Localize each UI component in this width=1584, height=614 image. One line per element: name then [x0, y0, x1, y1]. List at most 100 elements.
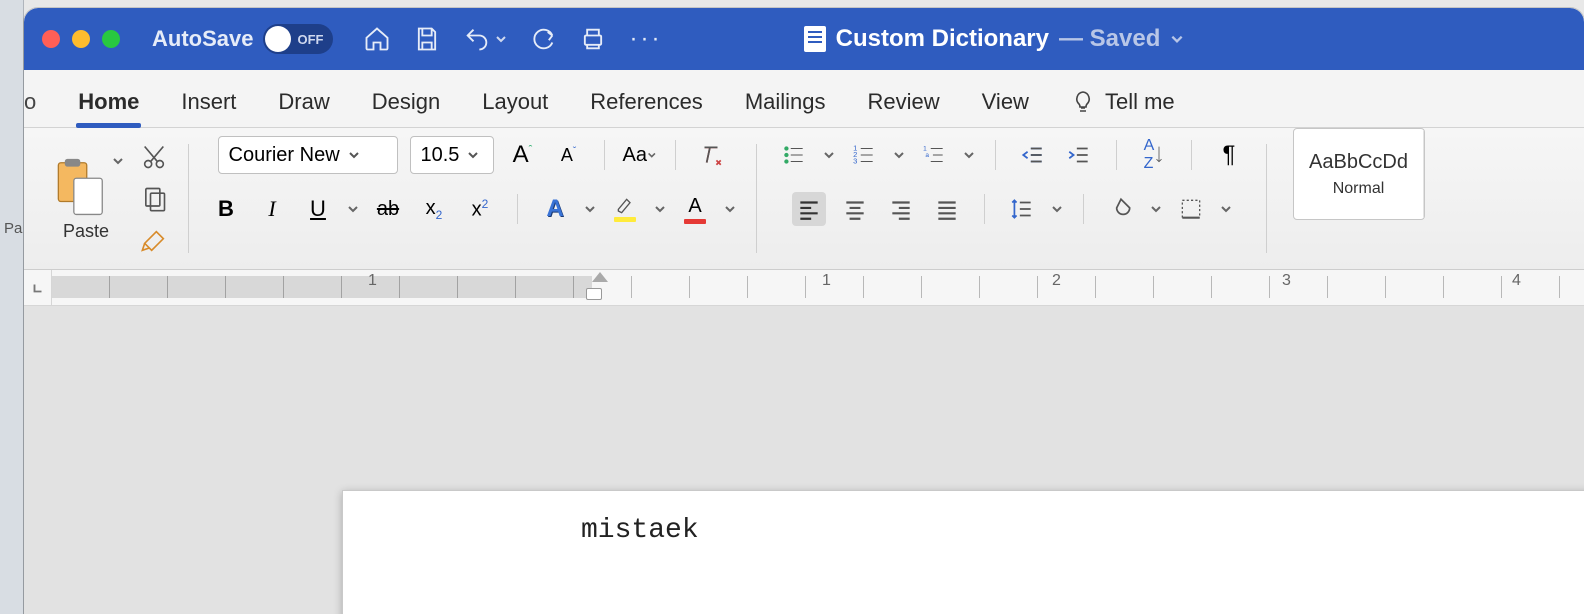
document-area: mistaek — [24, 306, 1584, 614]
subscript-button[interactable]: x2 — [417, 192, 451, 226]
font-color-swatch — [684, 219, 706, 224]
svg-text:3: 3 — [853, 157, 857, 166]
tab-home[interactable]: Home — [72, 77, 145, 127]
numbered-dropdown-icon[interactable] — [893, 149, 905, 161]
style-tile-normal[interactable]: AaBbCcDd Normal — [1294, 130, 1424, 218]
shading-button[interactable] — [1104, 192, 1138, 226]
decrease-font-size-button[interactable]: Aˇ — [552, 138, 586, 172]
increase-font-size-button[interactable]: Aˆ — [506, 138, 540, 172]
borders-dropdown-icon[interactable] — [1220, 203, 1232, 215]
copy-icon[interactable] — [140, 185, 168, 213]
document-title: Custom Dictionary — [836, 25, 1049, 53]
highlight-dropdown-icon[interactable] — [654, 203, 666, 215]
increase-indent-button[interactable] — [1062, 138, 1096, 172]
font-color-dropdown-icon[interactable] — [724, 203, 736, 215]
line-spacing-button[interactable] — [1005, 192, 1039, 226]
lightbulb-icon — [1071, 90, 1095, 114]
font-group: Courier New 10.5 Aˆ Aˇ Aa B I U — [195, 128, 750, 269]
highlight-button[interactable] — [608, 192, 642, 226]
word-window: AutoSave OFF ··· Custom Dictionary — Sav… — [24, 8, 1584, 614]
underline-button[interactable]: U — [301, 192, 335, 226]
superscript-button[interactable]: x2 — [463, 192, 497, 226]
show-marks-button[interactable]: ¶ — [1212, 138, 1246, 172]
redo-icon[interactable] — [529, 25, 557, 53]
ribbon: Paste Courier New 10.5 Aˆ Aˇ — [24, 128, 1584, 270]
document-page[interactable]: mistaek — [342, 490, 1584, 614]
hanging-indent-marker[interactable] — [586, 288, 602, 300]
autosave-control[interactable]: AutoSave OFF — [152, 24, 333, 54]
style-preview-text: AaBbCcDd — [1309, 151, 1408, 174]
clipboard-group: Paste — [34, 128, 182, 269]
ruler-number: 2 — [1052, 272, 1061, 290]
autosave-toggle[interactable]: OFF — [263, 24, 333, 54]
align-right-button[interactable] — [884, 192, 918, 226]
first-line-indent-marker[interactable] — [592, 272, 608, 282]
paragraph-group: 123 1a AZ ¶ — [763, 128, 1260, 269]
ruler-ticks — [52, 276, 1584, 298]
clear-formatting-button[interactable] — [694, 138, 728, 172]
paste-icon[interactable] — [48, 155, 110, 217]
tab-layout[interactable]: Layout — [476, 77, 554, 127]
minimize-window-button[interactable] — [72, 30, 90, 48]
bold-button[interactable]: B — [209, 192, 243, 226]
title-dropdown-icon[interactable] — [1170, 32, 1184, 46]
italic-button[interactable]: I — [255, 192, 289, 226]
horizontal-ruler[interactable]: 11234 — [52, 270, 1584, 305]
ruler-number: 1 — [368, 272, 377, 290]
ruler-number: 4 — [1512, 272, 1521, 290]
undo-icon[interactable] — [463, 25, 491, 53]
styles-gallery[interactable]: AaBbCcDd Normal — [1293, 128, 1425, 220]
tab-selector-button[interactable] — [24, 270, 52, 305]
bullet-list-button[interactable] — [777, 138, 811, 172]
font-color-button[interactable]: A — [678, 192, 712, 226]
sort-button[interactable]: AZ — [1137, 138, 1171, 172]
document-icon — [804, 26, 826, 52]
multilevel-dropdown-icon[interactable] — [963, 149, 975, 161]
tab-references[interactable]: References — [584, 77, 709, 127]
undo-dropdown-icon[interactable] — [495, 33, 507, 45]
borders-button[interactable] — [1174, 192, 1208, 226]
fullscreen-window-button[interactable] — [102, 30, 120, 48]
tab-mailings[interactable]: Mailings — [739, 77, 832, 127]
tab-draw[interactable]: Draw — [272, 77, 335, 127]
bullet-dropdown-icon[interactable] — [823, 149, 835, 161]
underline-dropdown-icon[interactable] — [347, 203, 359, 215]
ribbon-tabs: o Home Insert Draw Design Layout References Ma… — [24, 70, 1584, 128]
format-painter-icon[interactable] — [140, 227, 168, 255]
strikethrough-button[interactable]: ab — [371, 192, 405, 226]
home-icon[interactable] — [363, 25, 391, 53]
tab-design[interactable]: Design — [366, 77, 446, 127]
close-window-button[interactable] — [42, 30, 60, 48]
font-name-dropdown[interactable]: Courier New — [218, 136, 398, 174]
document-body-text[interactable]: mistaek — [581, 515, 699, 546]
tab-view[interactable]: View — [976, 77, 1035, 127]
decrease-indent-button[interactable] — [1016, 138, 1050, 172]
text-effects-dropdown-icon[interactable] — [584, 203, 596, 215]
toggle-knob — [265, 26, 291, 52]
partial-text: Pa — [4, 220, 22, 237]
cut-icon[interactable] — [140, 143, 168, 171]
line-spacing-dropdown-icon[interactable] — [1051, 203, 1063, 215]
align-center-button[interactable] — [838, 192, 872, 226]
autosave-state: OFF — [297, 32, 323, 47]
change-case-button[interactable]: Aa — [623, 138, 657, 172]
tab-review[interactable]: Review — [862, 77, 946, 127]
multilevel-list-button[interactable]: 1a — [917, 138, 951, 172]
chevron-down-icon — [467, 149, 479, 161]
font-size-dropdown[interactable]: 10.5 — [410, 136, 494, 174]
justify-button[interactable] — [930, 192, 964, 226]
chevron-down-icon — [647, 142, 657, 168]
align-left-button[interactable] — [792, 192, 826, 226]
tell-me-search[interactable]: Tell me — [1065, 77, 1181, 127]
save-icon[interactable] — [413, 25, 441, 53]
more-icon[interactable]: ··· — [629, 25, 662, 53]
numbered-list-button[interactable]: 123 — [847, 138, 881, 172]
shading-dropdown-icon[interactable] — [1150, 203, 1162, 215]
print-icon[interactable] — [579, 25, 607, 53]
window-controls — [42, 30, 120, 48]
tab-insert[interactable]: Insert — [175, 77, 242, 127]
style-name-label: Normal — [1333, 180, 1385, 198]
paste-dropdown-icon[interactable] — [112, 155, 124, 167]
tab-partial-o[interactable]: o — [24, 77, 42, 127]
text-effects-button[interactable]: A — [538, 192, 572, 226]
